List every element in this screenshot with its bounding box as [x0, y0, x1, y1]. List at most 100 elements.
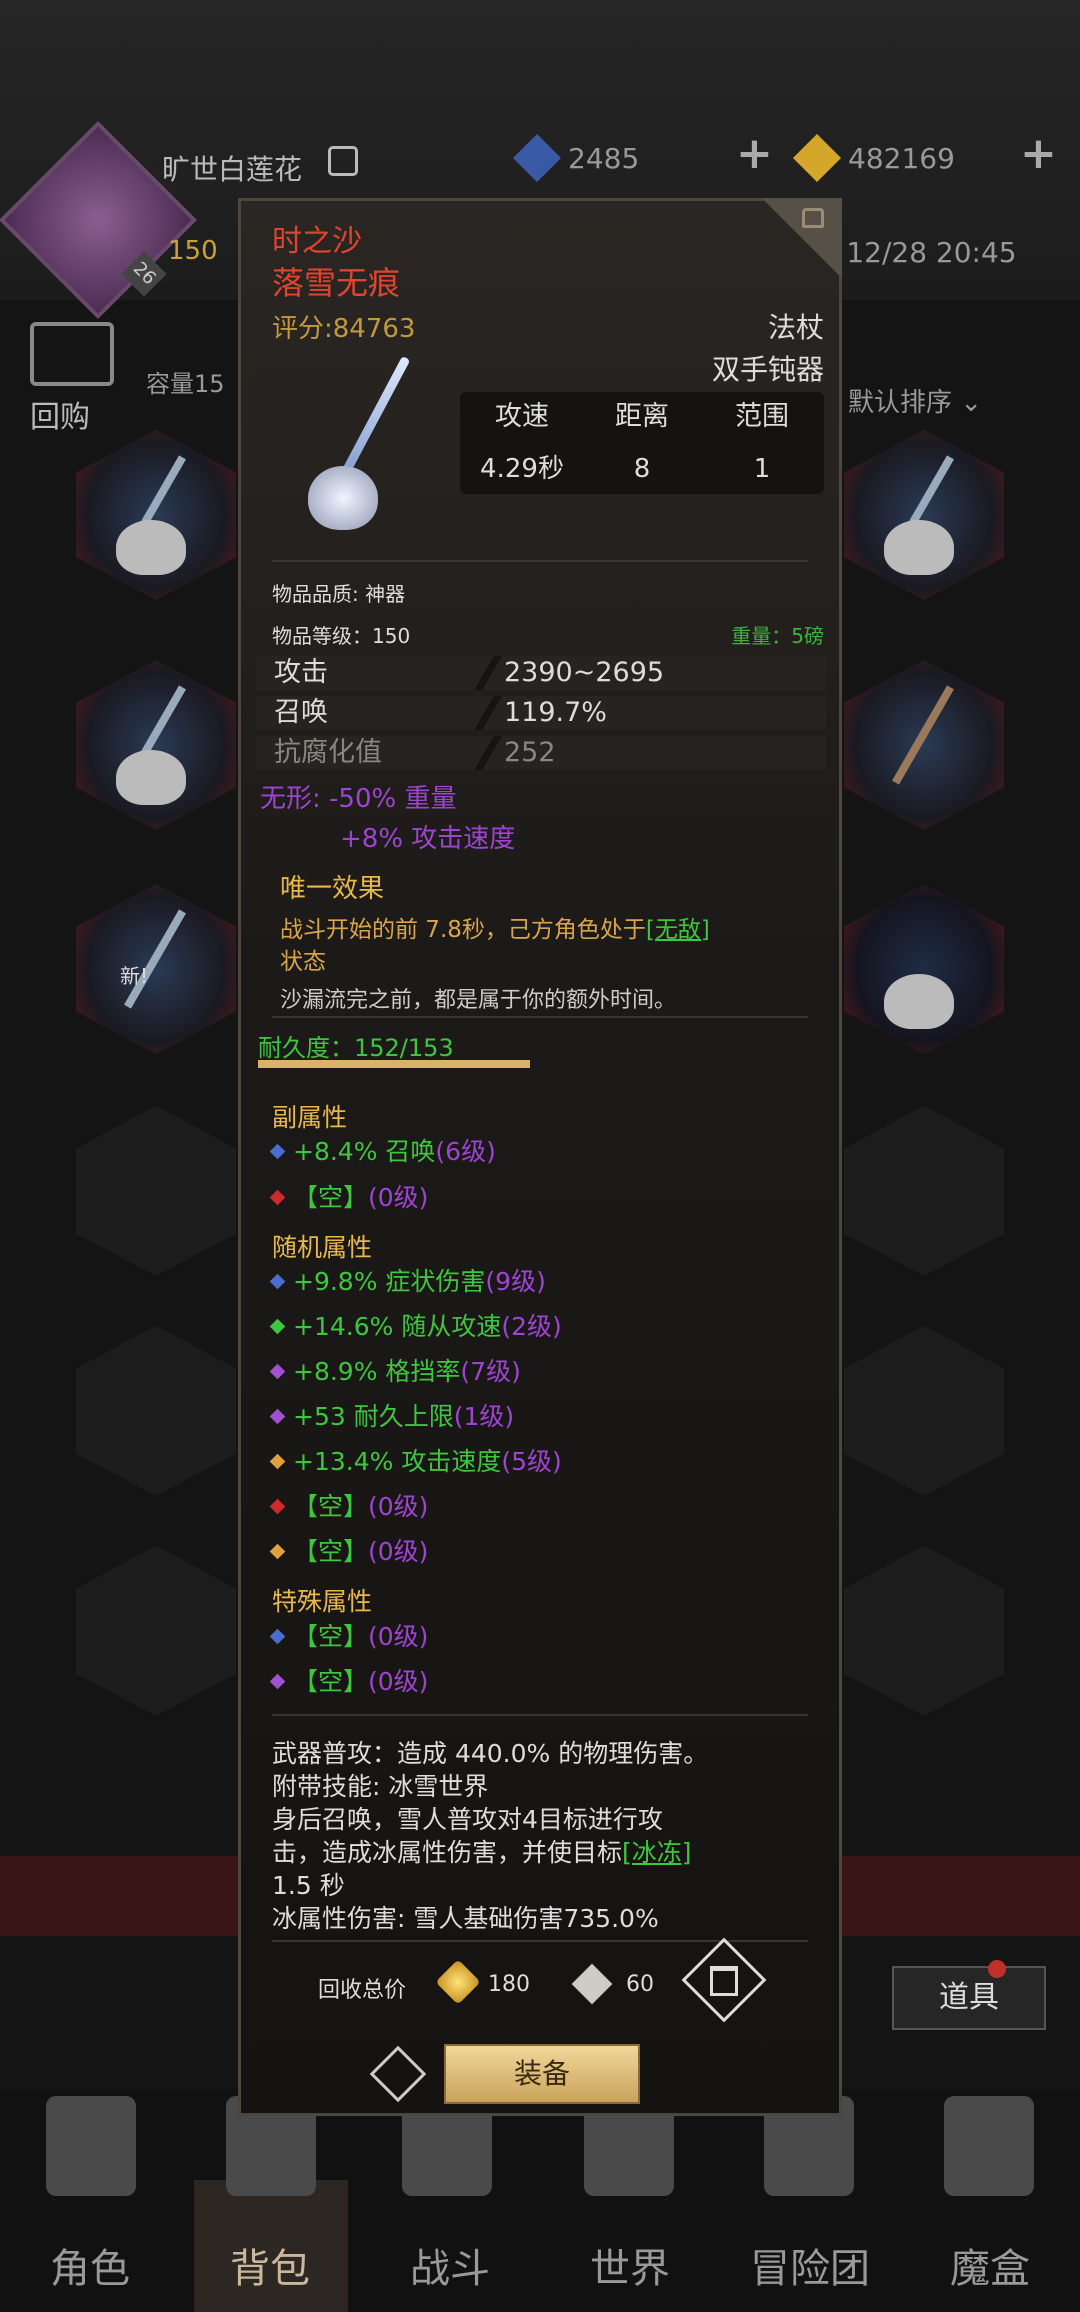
bag-slot[interactable]	[76, 430, 236, 600]
attr-level: (0级)	[368, 1667, 429, 1696]
blue-gem-icon	[512, 133, 562, 183]
lock-icon[interactable]	[802, 208, 824, 228]
sort-dropdown[interactable]: 默认排序 ⌄	[848, 382, 982, 419]
nav-world[interactable]: 世界	[550, 2236, 710, 2294]
nav-guild[interactable]: 冒险团	[730, 2236, 890, 2294]
bag-slot[interactable]	[76, 884, 236, 1054]
freeze-link[interactable]: [冰冻]	[622, 1838, 692, 1867]
invisible-effect-2: +8% 攻击速度	[340, 824, 516, 854]
attr-line: 【空】(0级)	[269, 1532, 428, 1568]
nav-battle[interactable]: 战斗	[370, 2236, 530, 2294]
attr-text: 【空】	[293, 1667, 369, 1696]
currency-gold-value: 482169	[848, 141, 955, 175]
attr-text: +8.4% 召唤	[293, 1137, 436, 1166]
item-weight: 重量：5磅	[731, 624, 824, 648]
weapon-type: 法杖	[767, 311, 824, 344]
attr-text: +13.4% 攻击速度	[293, 1447, 502, 1476]
attr-level: (6级)	[435, 1137, 496, 1166]
divider	[272, 1016, 808, 1018]
cart-icon[interactable]	[30, 322, 114, 386]
secondary-title: 副属性	[272, 1103, 348, 1132]
orange-gem-icon	[269, 1453, 286, 1470]
nav-backpack[interactable]: 背包	[190, 2236, 350, 2294]
main-stat-row: 召唤 119.7%	[256, 696, 826, 730]
blue-gem-icon	[269, 1273, 286, 1290]
attr-level: (5级)	[501, 1447, 562, 1476]
gold-gem-icon	[792, 133, 842, 183]
nav-character[interactable]: 角色	[10, 2236, 170, 2294]
desc-line: 附带技能: 冰雪世界	[272, 1772, 489, 1801]
divider	[272, 1714, 808, 1716]
character-nav-icon[interactable]	[46, 2096, 136, 2196]
attr-line: 【空】(0级)	[269, 1178, 428, 1214]
purple-gem-icon	[269, 1363, 286, 1380]
green-gem-icon	[269, 1318, 286, 1335]
bag-slot[interactable]	[76, 660, 236, 830]
attr-line: 【空】(0级)	[269, 1617, 429, 1653]
stats-header: 攻速	[495, 401, 549, 432]
attr-line: +9.8% 症状伤害(9级)	[269, 1262, 546, 1298]
weapon-subtype: 双手钝器	[711, 353, 824, 386]
attr-text: +9.8% 症状伤害	[293, 1267, 486, 1296]
stats-value: 4.29秒	[480, 454, 564, 484]
attr-level: (9级)	[485, 1267, 546, 1296]
attr-text: +53 耐久上限	[293, 1402, 454, 1431]
stats-value: 1	[753, 454, 771, 484]
attr-level: (0级)	[368, 1492, 429, 1521]
unique-desc-text: 战斗开始的前 7.8秒，己方角色处于	[280, 917, 646, 943]
plus-icon[interactable]: +	[1020, 128, 1057, 179]
desc-line: 身后召唤，雪人普攻对4目标进行攻	[272, 1805, 663, 1834]
trash-icon	[710, 1966, 738, 1996]
stats-table: 攻速 距离 范围 4.29秒 8 1	[460, 392, 824, 494]
main-stat-value: 252	[504, 737, 556, 768]
durability-text: 耐久度：152/153	[258, 1034, 454, 1062]
bag-slot[interactable]	[844, 430, 1004, 600]
red-gem-icon	[269, 1189, 286, 1206]
attr-line: 【空】(0级)	[269, 1487, 429, 1523]
invisible-effect: 无形: -50% 重量	[260, 784, 457, 814]
main-stat-key: 攻击	[274, 657, 328, 688]
main-stat-value: 119.7%	[504, 697, 607, 728]
attr-line: +13.4% 攻击速度(5级)	[269, 1442, 562, 1478]
attr-level: (2级)	[501, 1312, 562, 1341]
stats-header: 距离	[615, 401, 669, 432]
box-nav-icon[interactable]	[944, 2096, 1034, 2196]
attr-text: +8.9% 格挡率	[293, 1357, 461, 1386]
desc-text: 击，造成冰属性伤害，并使目标	[272, 1838, 623, 1867]
bag-slot-empty[interactable]	[76, 1326, 236, 1496]
bag-slot-empty[interactable]	[844, 1326, 1004, 1496]
orange-gem-icon	[269, 1543, 286, 1560]
plus-icon[interactable]: +	[736, 128, 773, 179]
desc-line: 冰属性伤害: 雪人基础伤害735.0%	[272, 1904, 659, 1933]
buyback-label[interactable]: 回购	[30, 392, 90, 436]
item-level: 物品等级：150	[272, 624, 411, 648]
purple-gem-icon	[269, 1408, 286, 1425]
staff-icon	[288, 340, 438, 550]
attr-text: 【空】	[293, 1492, 369, 1521]
player-name: 旷世白莲花	[162, 153, 303, 186]
bag-slot[interactable]	[844, 660, 1004, 830]
bag-slot-empty[interactable]	[844, 1546, 1004, 1716]
bag-slot-empty[interactable]	[76, 1106, 236, 1276]
flavor-text: 沙漏流完之前，都是属于你的额外时间。	[280, 988, 677, 1013]
main-stat-key: 抗腐化值	[274, 737, 382, 768]
red-gem-icon	[269, 1498, 286, 1515]
unique-effect-desc: 战斗开始的前 7.8秒，己方角色处于[无敌]	[280, 910, 710, 944]
props-button[interactable]: 道具	[892, 1966, 1046, 2030]
sort-label: 默认排序	[848, 388, 953, 418]
currency-blue-value: 2485	[568, 141, 640, 175]
durability-bar	[258, 1060, 530, 1068]
bag-slot-empty[interactable]	[844, 1106, 1004, 1276]
nav-box[interactable]: 魔盒	[910, 2236, 1070, 2294]
unique-effect-title: 唯一效果	[280, 874, 385, 904]
main-stat-row: 抗腐化值 252	[256, 736, 826, 770]
capacity-label: 容量15	[146, 370, 225, 398]
invincible-link[interactable]: [无敌]	[646, 917, 710, 943]
bag-slot[interactable]	[844, 884, 1004, 1054]
attr-level: (0级)	[368, 1622, 429, 1651]
equip-button[interactable]: 装备	[444, 2044, 640, 2104]
edit-icon[interactable]	[328, 146, 358, 176]
sell-crystal-value: 60	[626, 1972, 654, 1997]
bag-slot-empty[interactable]	[76, 1546, 236, 1716]
attr-line: +14.6% 随从攻速(2级)	[269, 1307, 562, 1343]
